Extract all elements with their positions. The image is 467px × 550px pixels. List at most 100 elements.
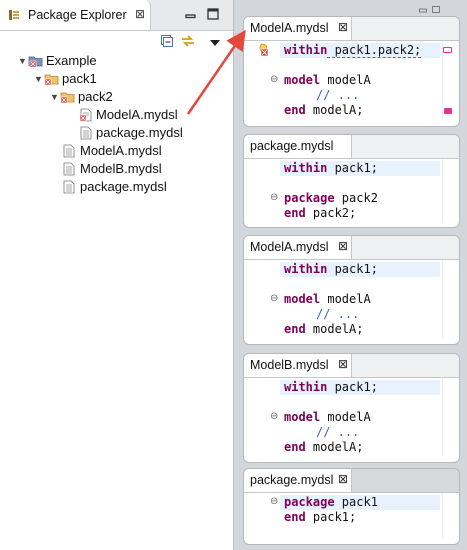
editor-gutter	[244, 378, 272, 456]
editor-tab[interactable]: package.mydsl	[244, 135, 352, 159]
editor-tab-title: package.mydsl	[250, 473, 334, 487]
expanded-twisty-icon[interactable]: ▼	[18, 52, 28, 70]
code-comment: // ...	[316, 88, 360, 102]
code-keyword: end	[284, 510, 306, 524]
code-comment: // ...	[316, 307, 360, 321]
tab-package-explorer[interactable]: Package Explorer ⊠	[0, 0, 151, 30]
editor-area-controls	[240, 0, 467, 13]
error-summary-marker[interactable]	[444, 108, 452, 114]
tree-item-modelb[interactable]: ModelB.mydsl	[0, 160, 230, 178]
tree-label: ModelA.mydsl	[96, 107, 178, 122]
maximize-icon[interactable]	[432, 2, 440, 16]
code-keyword: model	[284, 73, 321, 87]
code-keyword: end	[284, 206, 306, 220]
editor-tab-strip	[352, 354, 459, 378]
code-line: package pack1	[280, 495, 440, 510]
code-keyword: within	[284, 380, 328, 394]
editor-tab-title: package.mydsl	[250, 139, 334, 153]
code-text: modelA;	[305, 322, 364, 336]
code-line: end modelA;	[284, 322, 363, 337]
package-explorer-view: Package Explorer ⊠ ▼ Example ▼ pack1 ▼ p…	[0, 0, 234, 550]
tree-label: package.mydsl	[80, 179, 167, 194]
close-icon[interactable]: ⊠	[338, 357, 348, 371]
editor-pane[interactable]: ModelA.mydsl ⊠ within pack1; ⊖ model mod…	[243, 235, 460, 345]
editor-tab[interactable]: ModelA.mydsl ⊠	[244, 236, 352, 260]
code-line: within pack1;	[280, 262, 440, 277]
editor-tab-strip	[352, 236, 459, 260]
fold-icon[interactable]: ⊖	[270, 192, 278, 203]
code-text: pack1.pack2;	[327, 43, 422, 58]
code-line: model modelA	[284, 292, 371, 307]
overview-ruler	[442, 260, 453, 338]
fold-icon[interactable]: ⊖	[270, 496, 278, 507]
tree-label: pack1	[62, 71, 97, 86]
code-keyword: within	[284, 43, 328, 57]
editor-tab-title: ModelB.mydsl	[250, 358, 329, 372]
editor-gutter	[244, 260, 272, 338]
editor-pane[interactable]: ModelA.mydsl ⊠ within pack1.pack2; ⊖ mod…	[243, 16, 460, 127]
expanded-twisty-icon[interactable]: ▼	[34, 70, 44, 88]
code-keyword: model	[284, 410, 321, 424]
code-text: modelA;	[305, 440, 364, 454]
view-toolbar	[0, 30, 233, 54]
code-keyword: package	[284, 495, 335, 509]
overview-ruler	[442, 493, 453, 538]
tree-item-pack2-modela[interactable]: ModelA.mydsl	[0, 106, 230, 124]
link-with-editor-icon[interactable]	[180, 34, 196, 51]
fold-icon[interactable]: ⊖	[270, 411, 278, 422]
overview-ruler	[442, 378, 453, 456]
tree-item-example[interactable]: ▼ Example	[0, 52, 230, 70]
tree-item-modela[interactable]: ModelA.mydsl	[0, 142, 230, 160]
editor-gutter	[244, 159, 272, 221]
close-icon[interactable]: ⊠	[338, 20, 348, 34]
code-line: model modelA	[284, 410, 371, 425]
tree-item-pack2[interactable]: ▼ pack2	[0, 88, 230, 106]
editor-tab[interactable]: package.mydsl ⊠	[244, 469, 352, 493]
expanded-twisty-icon[interactable]: ▼	[50, 88, 60, 106]
editor-pane[interactable]: ModelB.mydsl ⊠ within pack1; ⊖ model mod…	[243, 353, 460, 463]
code-line: end modelA;	[284, 103, 363, 118]
fold-icon[interactable]: ⊖	[270, 74, 278, 85]
minimize-icon[interactable]	[419, 2, 427, 16]
editor-pane[interactable]: package.mydsl within pack1; ⊖ package pa…	[243, 134, 460, 228]
close-icon[interactable]: ⊠	[135, 7, 145, 21]
code-line: within pack1.pack2;	[280, 43, 440, 58]
collapse-all-icon[interactable]	[160, 34, 174, 51]
editor-tab-strip	[352, 17, 459, 41]
view-tab-bar: Package Explorer ⊠	[0, 0, 233, 31]
code-text: modelA	[320, 292, 371, 306]
error-overview-marker[interactable]	[443, 47, 452, 53]
tree-item-package[interactable]: package.mydsl	[0, 178, 230, 196]
code-line: end pack1;	[284, 510, 356, 525]
close-icon[interactable]: ⊠	[338, 239, 348, 253]
code-comment: // ...	[316, 425, 360, 439]
minimize-icon[interactable]	[185, 8, 197, 23]
tree-label: Example	[46, 53, 97, 68]
code-keyword: within	[284, 262, 328, 276]
error-marker-icon[interactable]	[257, 43, 271, 60]
code-keyword: model	[284, 292, 321, 306]
tree-item-pack1[interactable]: ▼ pack1	[0, 70, 230, 88]
code-keyword: end	[284, 322, 306, 336]
code-text: modelA;	[305, 103, 364, 117]
tree-label: package.mydsl	[96, 125, 183, 140]
editor-tab[interactable]: ModelB.mydsl ⊠	[244, 354, 352, 378]
code-line: package pack2	[284, 191, 378, 206]
tree-item-pack2-package[interactable]: package.mydsl	[0, 124, 230, 142]
editor-pane[interactable]: package.mydsl ⊠ ⊖ package pack1 end pack…	[243, 468, 460, 545]
code-keyword: package	[284, 191, 335, 205]
close-icon[interactable]: ⊠	[338, 472, 348, 486]
overview-ruler	[442, 159, 453, 221]
editor-gutter	[244, 493, 272, 538]
tab-title: Package Explorer	[28, 8, 127, 22]
editor-tab[interactable]: ModelA.mydsl ⊠	[244, 17, 352, 41]
package-explorer-icon	[8, 9, 20, 24]
fold-icon[interactable]: ⊖	[270, 293, 278, 304]
code-text: pack2	[334, 191, 378, 205]
code-keyword: end	[284, 440, 306, 454]
maximize-icon[interactable]	[207, 8, 219, 23]
view-menu-icon[interactable]	[210, 36, 220, 50]
code-text: pack1	[334, 495, 378, 509]
code-keyword: end	[284, 103, 306, 117]
code-text: pack1;	[327, 161, 378, 175]
